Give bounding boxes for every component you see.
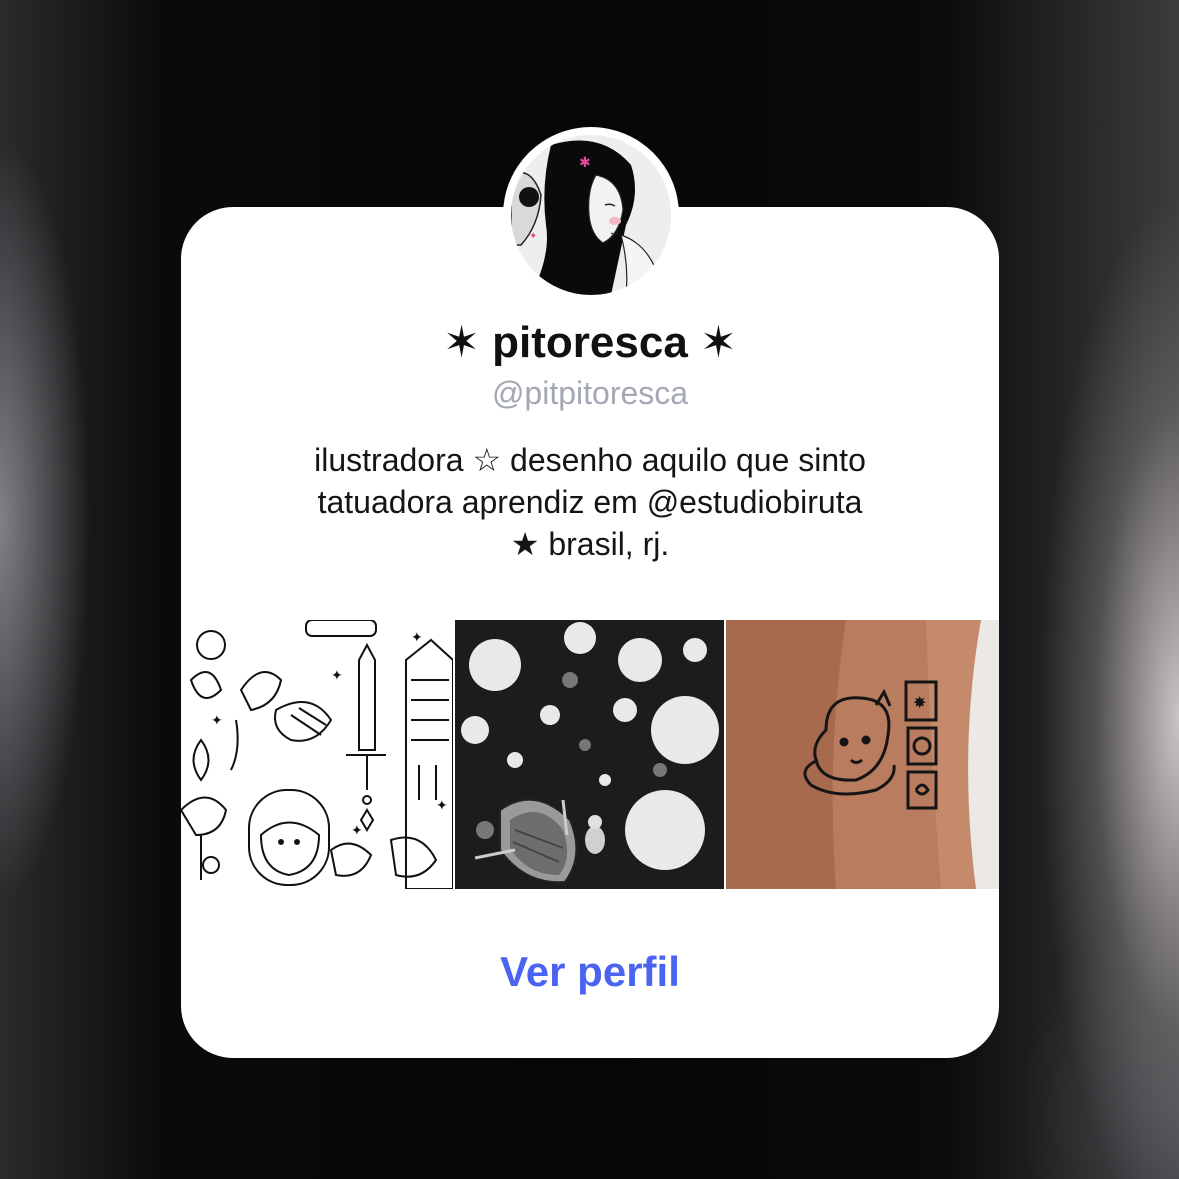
bio-line: ★ brasil, rj. bbox=[510, 526, 670, 562]
svg-text:✦: ✦ bbox=[411, 630, 423, 646]
svg-text:✦: ✦ bbox=[351, 823, 363, 839]
bio-line: ilustradora ☆ desenho aquilo que sinto bbox=[314, 442, 866, 478]
recent-posts-grid: ✦ ✦ ✦ ✦ ✦ ✸ bbox=[181, 620, 999, 889]
avatar-image: ✱ ✦ bbox=[511, 135, 671, 295]
bio-line: tatuadora aprendiz em @estudiobiruta bbox=[317, 484, 863, 520]
profile-handle[interactable]: @pitpitoresca bbox=[181, 373, 999, 413]
post-thumbnail[interactable] bbox=[455, 620, 724, 889]
avatar-portrait-icon: ✱ ✦ bbox=[511, 135, 671, 295]
boat-lilypads-illustration-icon bbox=[455, 620, 724, 889]
leg-tattoo-photo-icon: ✸ bbox=[726, 620, 999, 889]
svg-text:✦: ✦ bbox=[436, 798, 448, 814]
profile-avatar[interactable]: ✱ ✦ bbox=[503, 127, 679, 303]
svg-text:✦: ✦ bbox=[331, 668, 343, 684]
svg-text:✦: ✦ bbox=[211, 713, 223, 729]
profile-card: ✶ pitoresca ✶ @pitpitoresca ilustradora … bbox=[181, 207, 999, 1058]
svg-text:✦: ✦ bbox=[529, 231, 537, 242]
display-name: ✶ pitoresca ✶ bbox=[443, 318, 737, 367]
view-profile-button[interactable]: Ver perfil bbox=[181, 947, 999, 997]
post-thumbnail[interactable]: ✦ ✦ ✦ ✦ ✦ bbox=[181, 620, 453, 889]
svg-text:✱: ✱ bbox=[579, 155, 591, 171]
svg-text:✸: ✸ bbox=[913, 693, 926, 712]
profile-bio: ilustradora ☆ desenho aquilo que sinto t… bbox=[201, 439, 979, 565]
flash-sheet-illustration-icon: ✦ ✦ ✦ ✦ ✦ bbox=[181, 620, 453, 889]
post-thumbnail[interactable]: ✸ bbox=[726, 620, 999, 889]
